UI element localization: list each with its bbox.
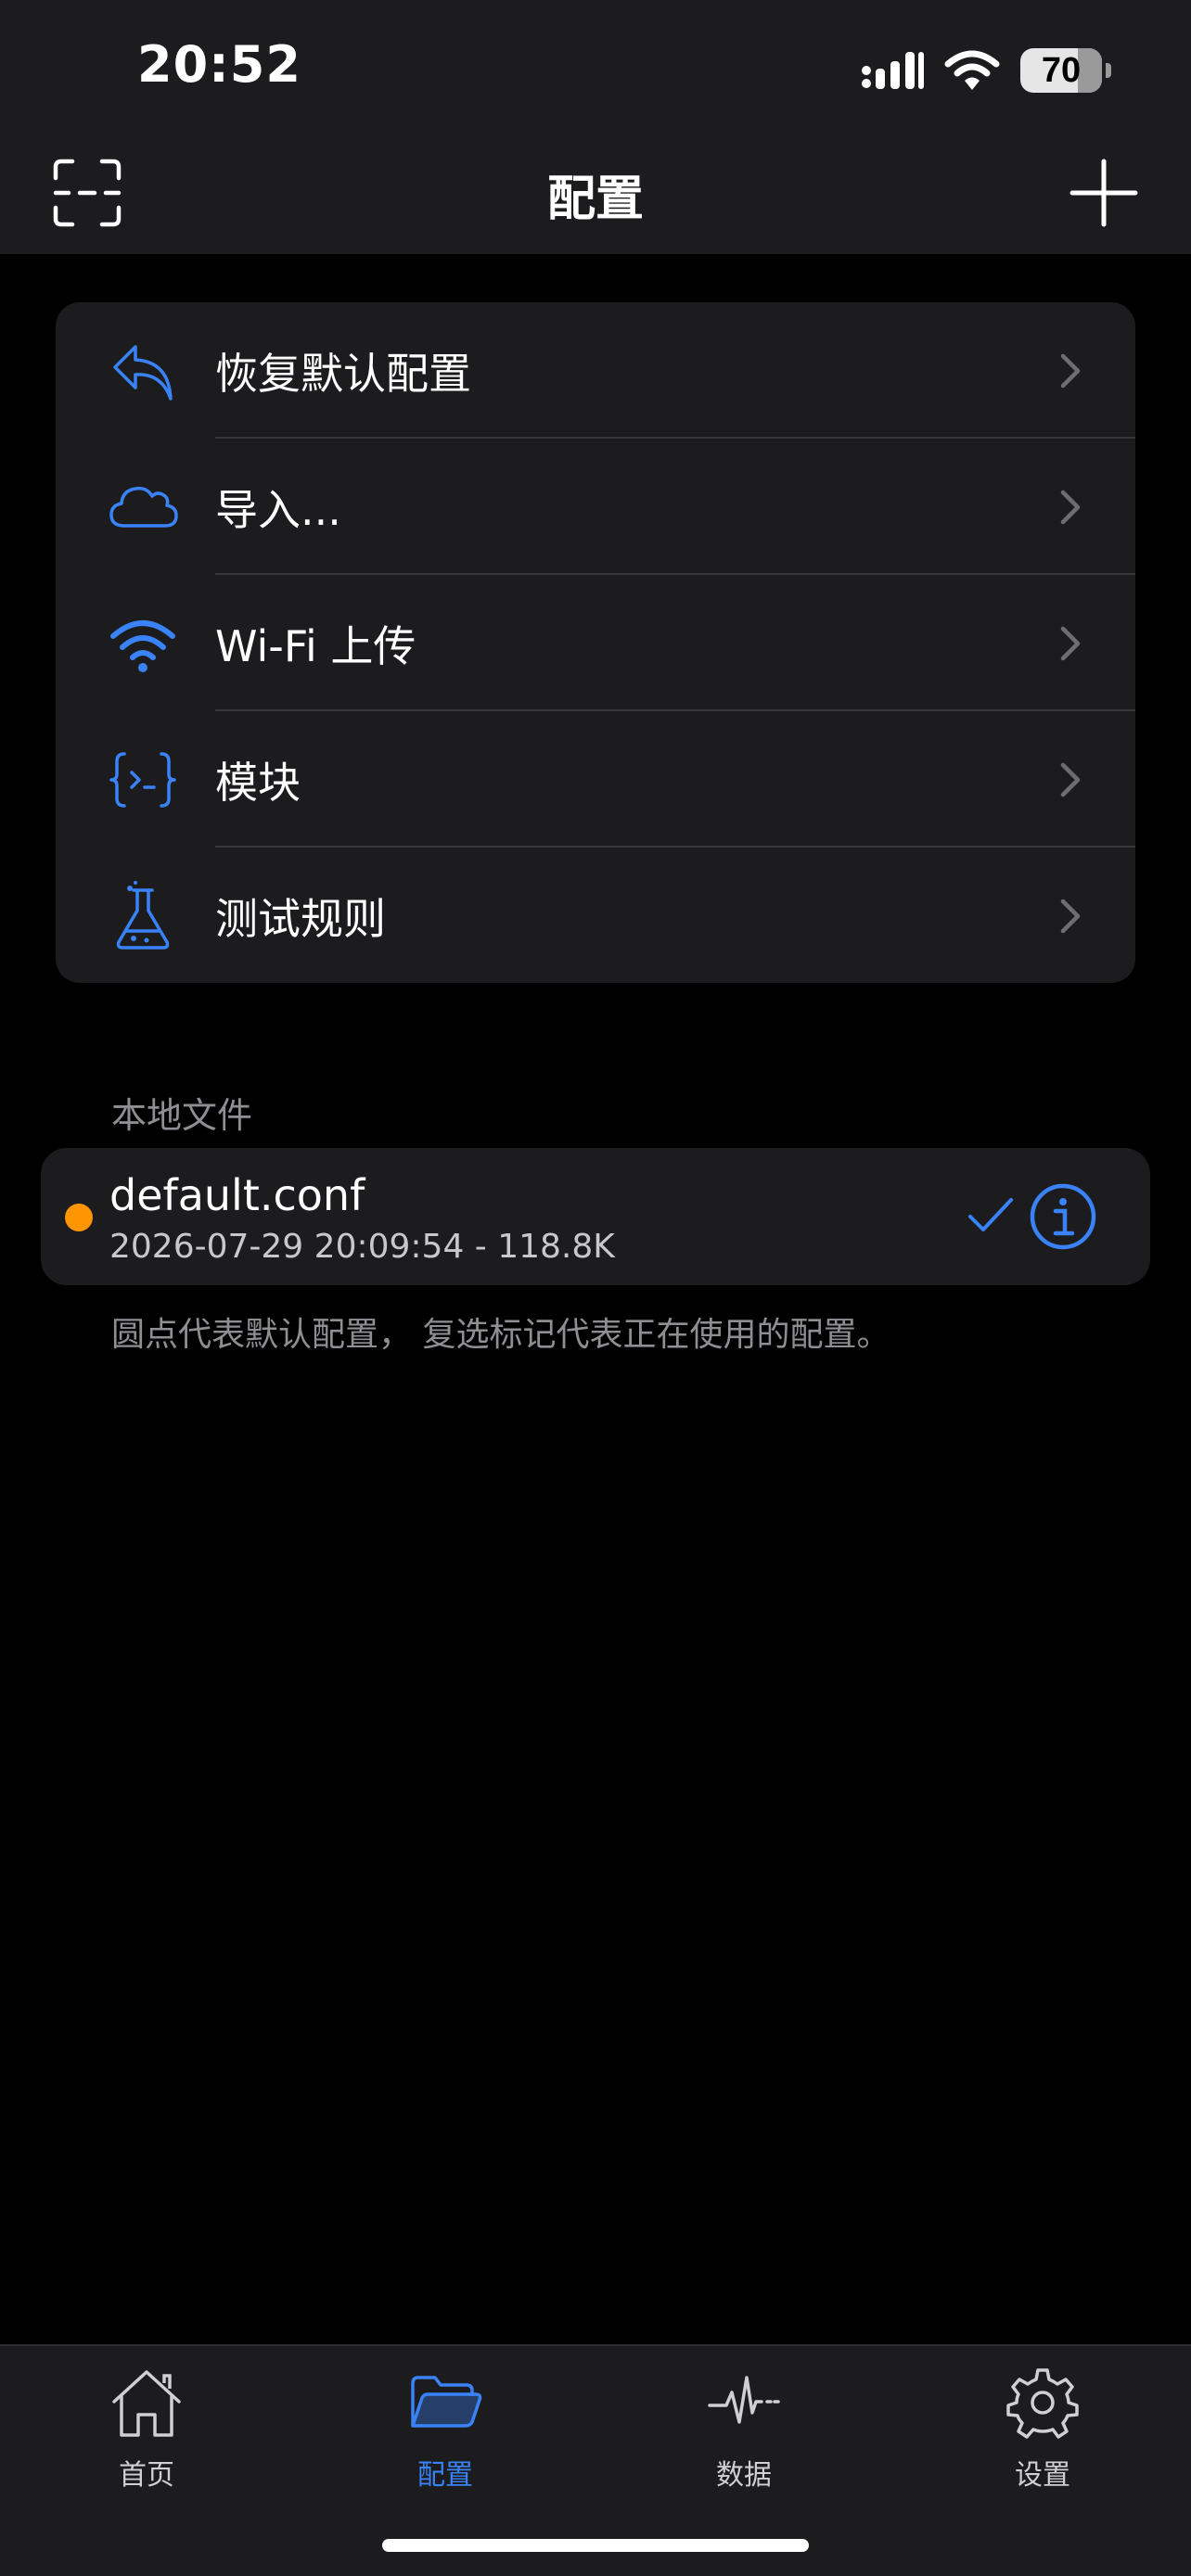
tab-label: 首页 xyxy=(119,2459,174,2492)
menu-item-test-rules[interactable]: 测试规则 xyxy=(56,848,1135,983)
footnote-text: 圆点代表默认配置， 复选标记代表正在使用的配置。 xyxy=(111,1316,890,1354)
gear-icon xyxy=(1006,2368,1079,2439)
tab-settings[interactable]: 设置 xyxy=(950,2365,1135,2504)
folder-icon xyxy=(411,2376,482,2428)
file-meta: 2026-07-29 20:09:54 - 118.8K xyxy=(109,1228,615,1266)
status-icons: 70 xyxy=(861,43,1111,98)
tab-home[interactable]: 首页 xyxy=(54,2365,239,2504)
tab-label: 设置 xyxy=(1015,2459,1070,2492)
top-bar: 20:52 70 配置 xyxy=(0,0,1191,254)
wifi-icon xyxy=(110,620,175,672)
tab-data[interactable]: 数据 xyxy=(651,2365,837,2504)
default-indicator-dot xyxy=(65,1204,93,1231)
cellular-signal-icon xyxy=(862,52,924,89)
section-title-local-files: 本地文件 xyxy=(111,1095,253,1136)
menu-item-label: 恢复默认配置 xyxy=(215,348,471,399)
battery-percent: 70 xyxy=(1041,50,1082,90)
cloud-icon xyxy=(109,486,178,528)
undo-arrow-icon xyxy=(113,345,173,401)
battery-icon: 70 xyxy=(1020,48,1111,93)
file-name: default.conf xyxy=(109,1170,365,1220)
menu-item-label: 导入... xyxy=(215,484,341,535)
info-icon[interactable] xyxy=(1028,1181,1098,1252)
menu-item-label: 模块 xyxy=(215,757,301,808)
home-icon xyxy=(112,2370,181,2437)
menu-item-restore-default[interactable]: 恢复默认配置 xyxy=(56,302,1135,439)
chevron-right-icon xyxy=(1060,353,1081,389)
status-time: 20:52 xyxy=(137,35,301,94)
tab-label: 数据 xyxy=(716,2459,772,2492)
flask-icon xyxy=(116,881,170,950)
home-indicator[interactable] xyxy=(382,2539,809,2552)
menu-item-modules[interactable]: 模块 xyxy=(56,711,1135,848)
chevron-right-icon xyxy=(1060,626,1081,661)
tab-label: 配置 xyxy=(417,2459,473,2492)
chevron-right-icon xyxy=(1060,490,1081,525)
tab-config[interactable]: 配置 xyxy=(352,2365,538,2504)
menu-item-label: 测试规则 xyxy=(215,893,386,944)
menu-item-import[interactable]: 导入... xyxy=(56,439,1135,575)
file-row-default-conf[interactable]: default.conf 2026-07-29 20:09:54 - 118.8… xyxy=(41,1148,1150,1285)
menu-card: 恢复默认配置 导入... Wi-Fi 上传 模块 测试规则 xyxy=(56,302,1135,983)
checkmark-icon xyxy=(968,1198,1013,1231)
menu-item-label: Wi-Fi 上传 xyxy=(215,620,416,671)
config-screen: 20:52 70 配置 恢复默认配置 导入... Wi-Fi 上传 模块 测试规… xyxy=(0,0,1191,2576)
plus-icon[interactable] xyxy=(1069,158,1139,228)
code-braces-icon xyxy=(109,752,176,808)
menu-item-wifi-upload[interactable]: Wi-Fi 上传 xyxy=(56,575,1135,711)
wifi-status-icon xyxy=(944,50,1000,90)
page-title: 配置 xyxy=(546,172,644,227)
chevron-right-icon xyxy=(1060,762,1081,797)
chevron-right-icon xyxy=(1060,899,1081,934)
activity-icon xyxy=(708,2376,780,2424)
